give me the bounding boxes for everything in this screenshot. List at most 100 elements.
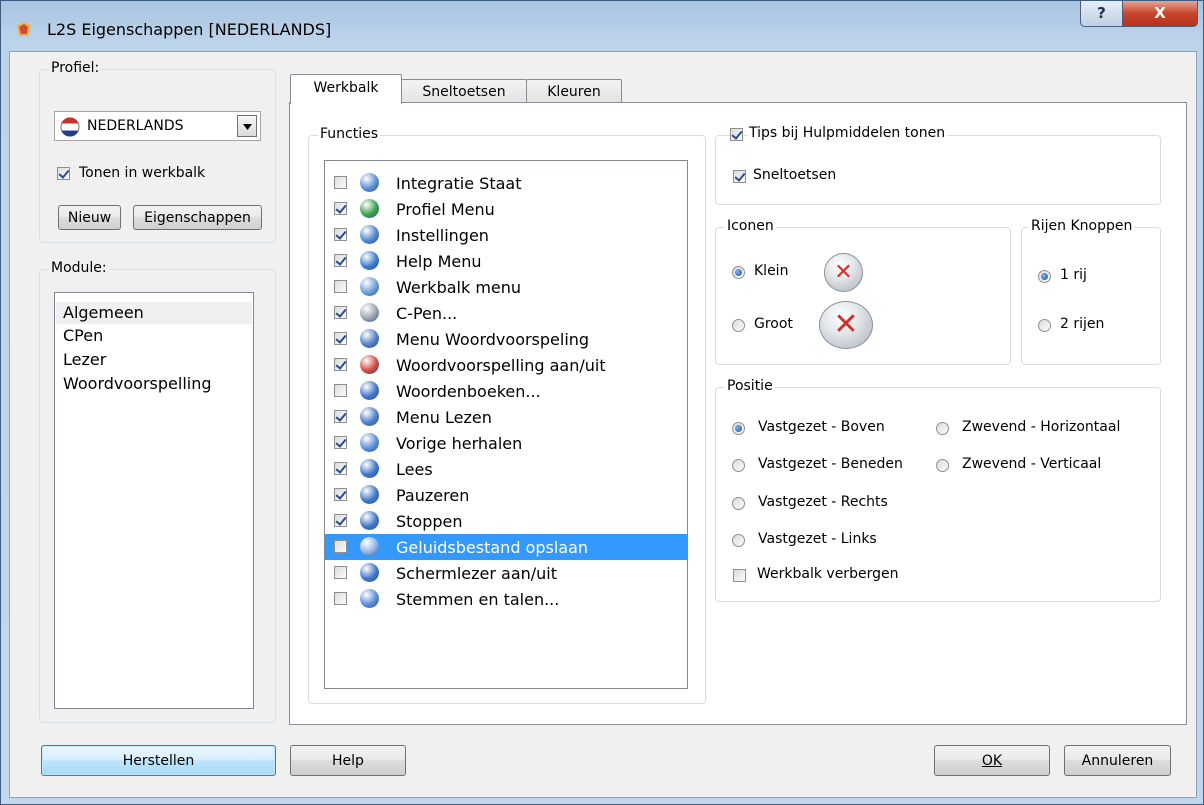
repeat-icon <box>360 433 379 452</box>
tab-werkbalk[interactable]: Werkbalk <box>290 74 402 104</box>
restore-button[interactable]: Herstellen <box>41 745 276 776</box>
shortcuts-checkbox[interactable] <box>733 170 746 183</box>
function-row[interactable]: Instellingen <box>325 222 687 248</box>
function-label: Woordvoorspelling aan/uit <box>396 356 606 375</box>
function-checkbox[interactable] <box>334 358 347 371</box>
question-icon: ? <box>1097 4 1106 22</box>
function-row[interactable]: Menu Lezen <box>325 404 687 430</box>
pen-icon <box>360 303 379 322</box>
function-row[interactable]: Stoppen <box>325 508 687 534</box>
function-label: Werkbalk menu <box>396 278 522 297</box>
cancel-button[interactable]: Annuleren <box>1064 745 1171 776</box>
icons-small-label: Klein <box>754 263 789 279</box>
module-item-cpen[interactable]: CPen <box>63 326 103 345</box>
voices-icon <box>360 589 379 608</box>
function-row[interactable]: C-Pen... <box>325 300 687 326</box>
function-row[interactable]: Schermlezer aan/uit <box>325 560 687 586</box>
function-checkbox[interactable] <box>334 514 347 527</box>
module-listbox[interactable]: Algemeen CPen Lezer Woordvoorspelling <box>54 292 254 709</box>
info-icon <box>360 173 379 192</box>
function-checkbox[interactable] <box>334 566 347 579</box>
icons-large-radio[interactable] <box>732 319 745 332</box>
position-top-radio[interactable] <box>732 422 745 435</box>
one-row-label: 1 rij <box>1060 267 1087 283</box>
function-checkbox[interactable] <box>334 592 347 605</box>
function-label: Menu Woordvoorspeling <box>396 330 590 349</box>
position-bottom-label: Vastgezet - Beneden <box>758 456 903 472</box>
function-label: Vorige herhalen <box>396 434 523 453</box>
play-icon <box>360 459 379 478</box>
close-icon: X <box>1154 4 1166 22</box>
position-float-horizontal-label: Zwevend - Horizontaal <box>962 419 1121 435</box>
tab-sneltoetsen[interactable]: Sneltoetsen <box>401 79 527 103</box>
dialog-window: L2S Eigenschappen [NEDERLANDS] ? X Profi… <box>0 0 1204 805</box>
functions-listbox[interactable]: Integratie Staat Profiel Menu Instellingen… <box>324 160 688 689</box>
dropdown-arrow-button[interactable] <box>237 115 257 137</box>
help-title-button[interactable]: ? <box>1080 1 1123 27</box>
function-checkbox[interactable] <box>334 228 347 241</box>
function-row[interactable]: Integratie Staat <box>325 170 687 196</box>
help-button[interactable]: Help <box>290 745 406 776</box>
function-checkbox[interactable] <box>334 384 347 397</box>
hide-toolbar-checkbox[interactable] <box>733 569 746 582</box>
function-checkbox[interactable] <box>334 462 347 475</box>
tooltips-checkbox[interactable] <box>730 128 743 141</box>
function-checkbox[interactable] <box>334 280 347 293</box>
position-group-label: Positie <box>725 378 775 394</box>
function-label: Pauzeren <box>396 486 470 505</box>
function-row[interactable]: Geluidsbestand opslaan <box>325 534 687 560</box>
module-group-label: Module: <box>49 260 109 276</box>
function-checkbox[interactable] <box>334 436 347 449</box>
function-checkbox[interactable] <box>334 540 347 553</box>
settings-icon <box>360 225 379 244</box>
function-row[interactable]: Pauzeren <box>325 482 687 508</box>
module-item-algemeen[interactable]: Algemeen <box>63 303 144 322</box>
function-row[interactable]: Menu Woordvoorspeling <box>325 326 687 352</box>
title-bar[interactable]: L2S Eigenschappen [NEDERLANDS] ? X <box>1 1 1204 51</box>
profile-properties-button[interactable]: Eigenschappen <box>133 205 262 230</box>
function-checkbox[interactable] <box>334 254 347 267</box>
profile-group-label: Profiel: <box>49 60 102 76</box>
close-button[interactable]: X <box>1122 1 1198 27</box>
function-checkbox[interactable] <box>334 176 347 189</box>
show-in-toolbar-checkbox[interactable] <box>57 167 70 180</box>
position-right-radio[interactable] <box>732 497 745 510</box>
function-checkbox[interactable] <box>334 202 347 215</box>
position-float-horizontal-radio[interactable] <box>936 422 949 435</box>
one-row-radio[interactable] <box>1038 270 1051 283</box>
icons-small-radio[interactable] <box>732 266 745 279</box>
function-row[interactable]: Profiel Menu <box>325 196 687 222</box>
stop-icon <box>360 511 379 530</box>
position-left-label: Vastgezet - Links <box>758 531 877 547</box>
position-float-vertical-radio[interactable] <box>936 459 949 472</box>
tooltips-label: Tips bij Hulpmiddelen tonen <box>747 125 948 141</box>
profile-selected-value: NEDERLANDS <box>87 118 184 134</box>
two-rows-radio[interactable] <box>1038 319 1051 332</box>
function-row[interactable]: Help Menu <box>325 248 687 274</box>
function-checkbox[interactable] <box>334 488 347 501</box>
position-left-radio[interactable] <box>732 534 745 547</box>
position-bottom-radio[interactable] <box>732 459 745 472</box>
profile-dropdown[interactable]: NEDERLANDS <box>54 111 261 141</box>
functions-group-label: Functies <box>318 126 381 142</box>
function-row[interactable]: Stemmen en talen... <box>325 586 687 612</box>
function-row[interactable]: Woordvoorspelling aan/uit <box>325 352 687 378</box>
ok-button[interactable]: OK <box>934 745 1050 776</box>
function-row[interactable]: Lees <box>325 456 687 482</box>
function-row[interactable]: Woordenboeken... <box>325 378 687 404</box>
function-checkbox[interactable] <box>334 306 347 319</box>
module-item-lezer[interactable]: Lezer <box>63 350 106 369</box>
function-checkbox[interactable] <box>334 332 347 345</box>
toolbar-icon <box>360 277 379 296</box>
menu-icon <box>360 407 379 426</box>
function-row[interactable]: Werkbalk menu <box>325 274 687 300</box>
function-label: Schermlezer aan/uit <box>396 564 558 583</box>
module-item-woordvoorspelling[interactable]: Woordvoorspelling <box>63 374 212 393</box>
show-in-toolbar-label: Tonen in werkbalk <box>79 165 206 181</box>
tab-kleuren[interactable]: Kleuren <box>526 79 622 103</box>
function-row[interactable]: Vorige herhalen <box>325 430 687 456</box>
icons-large-label: Groot <box>754 316 793 332</box>
new-profile-button[interactable]: Nieuw <box>58 205 121 230</box>
function-checkbox[interactable] <box>334 410 347 423</box>
small-icon-preview: ✕ <box>824 253 863 292</box>
